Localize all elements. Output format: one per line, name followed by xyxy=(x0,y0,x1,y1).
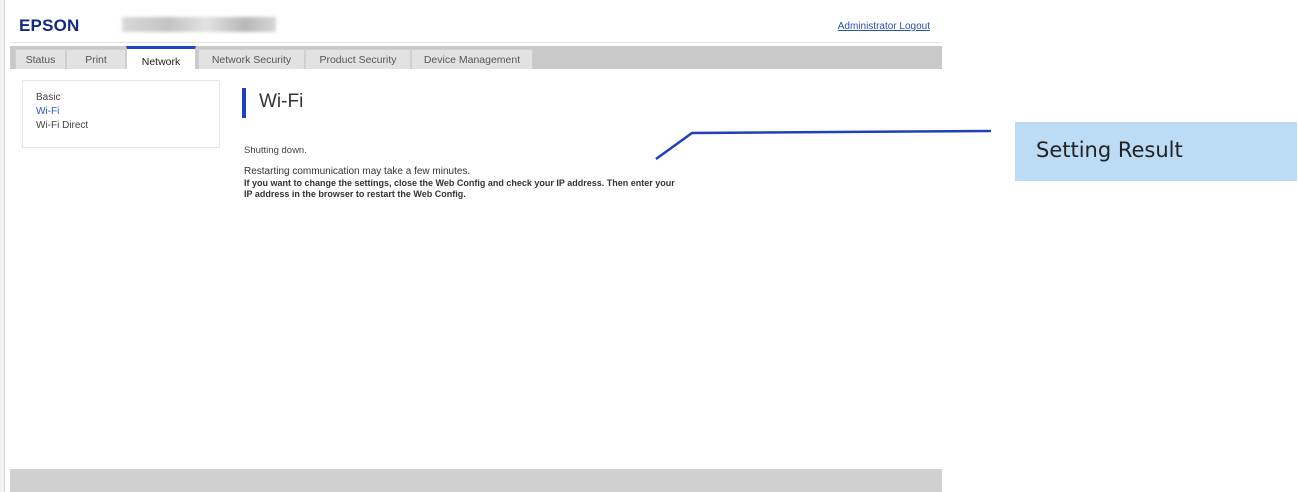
footer-bar xyxy=(10,469,942,492)
header-bar: EPSON Administrator Logout xyxy=(10,8,942,43)
tab-product-security[interactable]: Product Security xyxy=(305,49,411,69)
web-config-page: EPSON Administrator Logout Status Print … xyxy=(10,8,942,492)
main-tab-bar: Status Print Network Network Security Pr… xyxy=(10,46,942,69)
sidebar-item-wifi[interactable]: Wi-Fi xyxy=(23,105,219,119)
sidebar-item-wifi-direct[interactable]: Wi-Fi Direct xyxy=(23,119,219,133)
model-name-redacted xyxy=(122,17,276,32)
instructions-message: If you want to change the settings, clos… xyxy=(244,178,675,199)
sidebar-menu: Basic Wi-Fi Wi-Fi Direct xyxy=(22,80,220,148)
window-left-edge xyxy=(0,0,5,492)
callout-label: Setting Result xyxy=(1036,138,1183,162)
tab-network-security[interactable]: Network Security xyxy=(198,49,305,69)
sidebar-item-basic[interactable]: Basic xyxy=(23,91,219,105)
epson-logo: EPSON xyxy=(19,16,80,35)
tab-print[interactable]: Print xyxy=(66,49,126,69)
restart-message: Restarting communication may take a few … xyxy=(244,166,471,177)
setting-result-callout: Setting Result xyxy=(1015,122,1297,181)
status-text: Shutting down. xyxy=(244,145,307,156)
title-accent-bar xyxy=(242,88,246,118)
tab-network[interactable]: Network xyxy=(126,46,196,69)
tab-status[interactable]: Status xyxy=(15,49,66,69)
page-title: Wi-Fi xyxy=(259,91,304,112)
administrator-logout-link[interactable]: Administrator Logout xyxy=(838,21,930,32)
tab-device-management[interactable]: Device Management xyxy=(411,49,533,69)
